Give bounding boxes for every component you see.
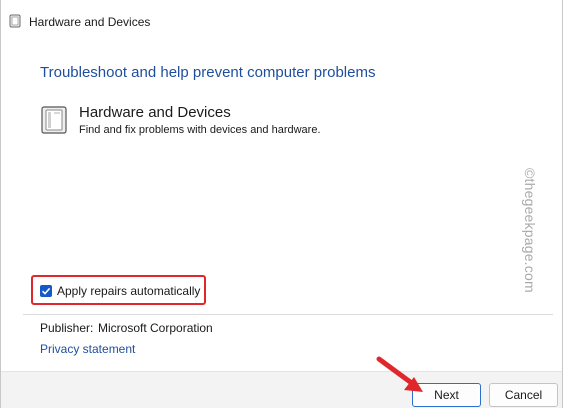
divider: [23, 314, 553, 315]
title-bar[interactable]: Hardware and Devices: [1, 0, 562, 44]
checkmark-icon: [41, 287, 51, 295]
troubleshooter-window: Hardware and Devices Troubleshoot and he…: [0, 0, 563, 408]
cancel-button[interactable]: Cancel: [489, 383, 558, 407]
troubleshooter-description: Find and fix problems with devices and h…: [79, 124, 321, 136]
annotation-arrow-icon: [376, 356, 423, 392]
apply-repairs-checkbox[interactable]: [40, 285, 52, 297]
publisher-value: Microsoft Corporation: [98, 321, 213, 335]
device-icon: [41, 106, 67, 134]
privacy-statement-link[interactable]: Privacy statement: [40, 342, 135, 356]
page-heading: Troubleshoot and help prevent computer p…: [40, 64, 376, 81]
watermark: ©thegeekpage.com: [522, 168, 538, 293]
apply-repairs-label[interactable]: Apply repairs automatically: [57, 284, 200, 298]
troubleshooter-title: Hardware and Devices: [79, 104, 231, 121]
publisher-label: Publisher:: [40, 321, 94, 335]
device-icon: [9, 14, 21, 28]
window-title: Hardware and Devices: [29, 15, 151, 29]
